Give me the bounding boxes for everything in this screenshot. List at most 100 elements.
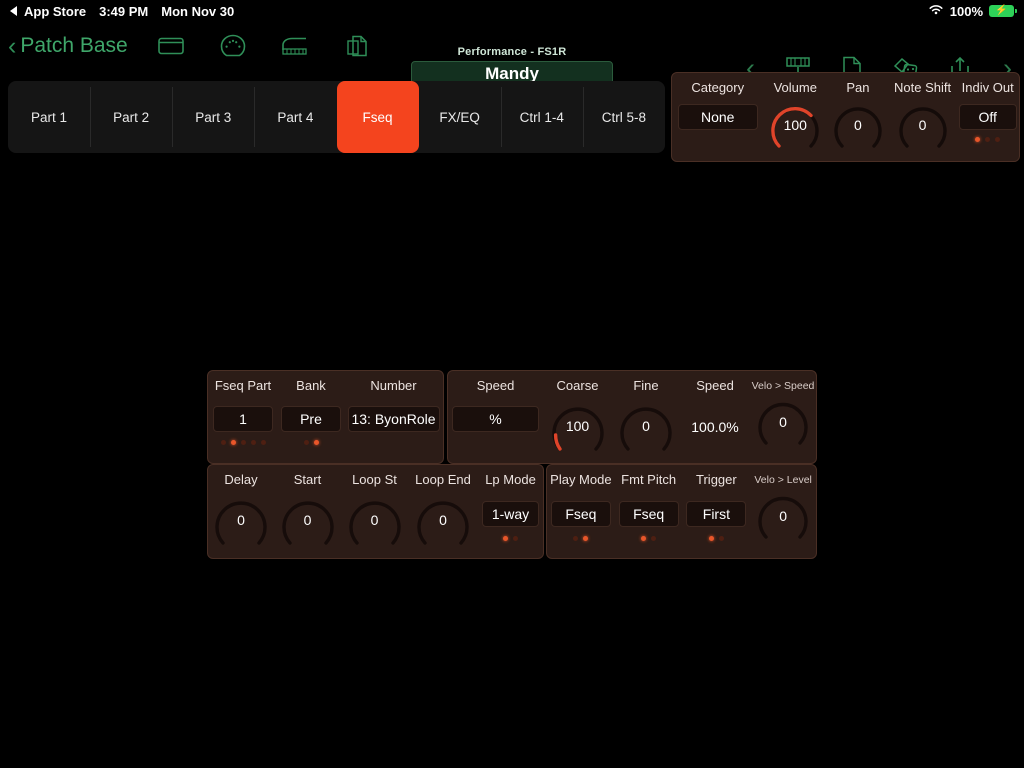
back-triangle-icon[interactable]: [10, 6, 17, 16]
page-dot[interactable]: [240, 440, 246, 445]
velo-speed-value: 0: [779, 414, 787, 430]
pan-value: 0: [854, 117, 862, 133]
tab-fseq[interactable]: Fseq: [336, 81, 419, 153]
page-dot[interactable]: [250, 440, 256, 445]
param-pan: Pan 0: [827, 73, 889, 161]
delay-label: Delay: [224, 472, 258, 487]
param-note-shift: Note Shift 0: [889, 73, 957, 161]
tab-fx-eq[interactable]: FX/EQ: [419, 81, 501, 153]
back-to-patch-base-button[interactable]: ‹ Patch Base: [8, 33, 128, 59]
page-dot[interactable]: [975, 137, 981, 142]
start-knob[interactable]: 0: [277, 491, 339, 549]
tab-label: Part 3: [195, 109, 232, 125]
velo-speed-knob[interactable]: 0: [753, 395, 813, 449]
page-dot[interactable]: [718, 536, 724, 541]
page-dot[interactable]: [503, 536, 508, 541]
page-dot[interactable]: [583, 536, 589, 541]
speed-unit-value[interactable]: %: [452, 406, 539, 432]
page-dot[interactable]: [313, 440, 319, 445]
speed-readout-value: 100.0%: [691, 419, 739, 435]
fine-label: Fine: [633, 378, 659, 393]
page-dot[interactable]: [230, 440, 236, 445]
lp-mode-value[interactable]: 1-way: [482, 501, 539, 527]
tab-part-4[interactable]: Part 4: [254, 81, 336, 153]
velo-speed-label: Velo > Speed: [751, 380, 815, 392]
page-dot[interactable]: [260, 440, 266, 445]
indiv-out-page-dots[interactable]: [975, 137, 1001, 142]
page-dot[interactable]: [573, 536, 579, 541]
fseq-select-panel: Fseq Part 1 Bank Pre Number 13: ByonRole: [207, 370, 444, 464]
note-shift-knob[interactable]: 0: [894, 99, 952, 151]
param-play-mode: Play Mode Fseq: [547, 465, 615, 558]
page-dot[interactable]: [708, 536, 714, 541]
fseq-part-page-dots[interactable]: [220, 440, 266, 445]
performance-label: Performance - FS1R: [457, 46, 567, 58]
page-dot[interactable]: [995, 137, 1001, 142]
window-icon[interactable]: [156, 31, 186, 61]
fmt-pitch-page-dots[interactable]: [641, 536, 657, 541]
coarse-knob[interactable]: 100: [547, 397, 609, 455]
fseq-play-panel: Play Mode Fseq Fmt Pitch Fseq Trigger Fi…: [546, 464, 817, 559]
param-volume: Volume 100: [763, 73, 827, 161]
param-loop-st: Loop St 0: [341, 465, 408, 558]
fmt-pitch-value[interactable]: Fseq: [618, 501, 679, 527]
page-dot[interactable]: [513, 536, 518, 541]
loop-end-value: 0: [439, 512, 447, 528]
lp-mode-label: Lp Mode: [485, 472, 536, 487]
battery-charging-icon: ⚡: [989, 5, 1017, 17]
tab-part-2[interactable]: Part 2: [90, 81, 172, 153]
category-value[interactable]: None: [677, 104, 758, 130]
param-velo-speed: Velo > Speed 0: [750, 371, 816, 463]
play-mode-page-dots[interactable]: [573, 536, 589, 541]
coarse-label: Coarse: [556, 378, 599, 393]
page-dot[interactable]: [985, 137, 991, 142]
battery-percent-label: 100%: [949, 3, 983, 19]
number-value[interactable]: 13: ByonRole: [347, 406, 440, 432]
trigger-value[interactable]: First: [686, 501, 747, 527]
pan-label: Pan: [846, 80, 870, 95]
page-dot[interactable]: [651, 536, 657, 541]
wifi-icon: [928, 4, 944, 19]
status-date: Mon Nov 30: [161, 3, 235, 19]
fine-knob[interactable]: 0: [615, 397, 677, 455]
trigger-page-dots[interactable]: [708, 536, 724, 541]
volume-label: Volume: [773, 80, 817, 95]
loop-st-knob[interactable]: 0: [344, 491, 406, 549]
tab-ctrl-1-4[interactable]: Ctrl 1-4: [500, 81, 583, 153]
start-label: Start: [293, 472, 322, 487]
tab-ctrl-5-8[interactable]: Ctrl 5-8: [582, 81, 665, 153]
play-mode-value[interactable]: Fseq: [550, 501, 611, 527]
nav-left-icon-group: [156, 31, 372, 61]
bank-page-dots[interactable]: [303, 440, 319, 445]
status-back-app-label[interactable]: App Store: [24, 4, 86, 19]
performance-common-panel: Category None Volume 100 Pan 0 Note Shif…: [671, 72, 1020, 162]
status-time: 3:49 PM: [99, 3, 149, 19]
page-dot[interactable]: [641, 536, 647, 541]
midi-din-icon[interactable]: [218, 31, 248, 61]
lp-mode-page-dots[interactable]: [503, 536, 518, 541]
page-dot[interactable]: [220, 440, 226, 445]
velo-level-label: Velo > Level: [754, 474, 812, 486]
velo-level-knob[interactable]: 0: [753, 489, 813, 543]
pan-knob[interactable]: 0: [829, 99, 887, 151]
param-speed-readout: Speed 100.0%: [680, 371, 750, 463]
tab-part-3[interactable]: Part 3: [172, 81, 254, 153]
document-copy-icon[interactable]: [342, 31, 372, 61]
param-coarse: Coarse 100: [543, 371, 612, 463]
fseq-part-value[interactable]: 1: [213, 406, 273, 432]
page-dot[interactable]: [303, 440, 309, 445]
tab-part-1[interactable]: Part 1: [8, 81, 90, 153]
velo-level-value: 0: [779, 508, 788, 524]
loop-st-value: 0: [370, 512, 379, 528]
category-label: Category: [691, 80, 745, 95]
bank-value[interactable]: Pre: [281, 406, 341, 432]
loop-end-knob[interactable]: 0: [412, 491, 474, 549]
indiv-out-value[interactable]: Off: [958, 104, 1017, 130]
piano-keyboard-icon[interactable]: [280, 31, 310, 61]
volume-knob[interactable]: 100: [766, 99, 824, 151]
tab-label: Ctrl 1-4: [519, 109, 564, 125]
fseq-loop-panel: Delay 0 Start 0 Loop St 0 Loop End 0 Lp …: [207, 464, 544, 559]
note-shift-label: Note Shift: [894, 80, 952, 95]
delay-knob[interactable]: 0: [210, 491, 272, 549]
param-loop-end: Loop End 0: [408, 465, 478, 558]
